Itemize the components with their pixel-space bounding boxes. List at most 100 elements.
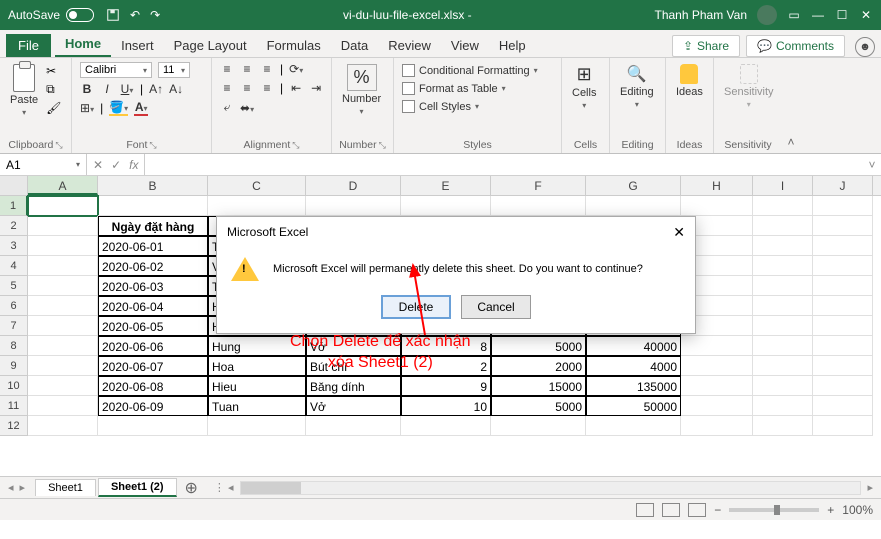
cell[interactable]: [306, 416, 401, 436]
normal-view-icon[interactable]: [636, 503, 654, 517]
cell[interactable]: 10: [401, 396, 491, 416]
zoom-level[interactable]: 100%: [842, 503, 873, 517]
row-header[interactable]: 1: [0, 196, 28, 216]
cell[interactable]: [28, 236, 98, 256]
cell[interactable]: 4000: [586, 356, 681, 376]
cancel-formula-icon[interactable]: ✕: [93, 158, 103, 172]
cell[interactable]: [813, 316, 873, 336]
cell[interactable]: [813, 396, 873, 416]
wrap-text-icon[interactable]: ⤶: [220, 100, 234, 115]
cell[interactable]: [401, 416, 491, 436]
cell[interactable]: [28, 256, 98, 276]
col-header-c[interactable]: C: [208, 176, 306, 195]
row-header[interactable]: 8: [0, 336, 28, 356]
cell[interactable]: Vở: [306, 396, 401, 416]
cell[interactable]: 2020-06-01: [98, 236, 208, 256]
cut-icon[interactable]: ✂: [46, 64, 61, 78]
font-color-button[interactable]: A▾: [134, 100, 148, 116]
orientation-icon[interactable]: ⟳▾: [289, 62, 303, 76]
cell[interactable]: [813, 336, 873, 356]
ideas-button[interactable]: Ideas: [674, 62, 705, 100]
cell[interactable]: [753, 416, 813, 436]
cell[interactable]: [586, 196, 681, 216]
row-header[interactable]: 5: [0, 276, 28, 296]
file-tab[interactable]: File: [6, 34, 51, 57]
cell[interactable]: [401, 196, 491, 216]
cell[interactable]: 5000: [491, 396, 586, 416]
decrease-indent-icon[interactable]: ⇤: [289, 81, 303, 95]
tab-review[interactable]: Review: [378, 34, 441, 57]
row-header[interactable]: 12: [0, 416, 28, 436]
cell[interactable]: [753, 356, 813, 376]
merge-center-icon[interactable]: ⬌▾: [240, 101, 254, 115]
increase-font-icon[interactable]: A↑: [149, 82, 163, 96]
cell[interactable]: 2020-06-03: [98, 276, 208, 296]
cell[interactable]: [753, 396, 813, 416]
format-as-table-button[interactable]: Format as Table▾: [402, 82, 506, 95]
cell[interactable]: [753, 296, 813, 316]
cell[interactable]: 8: [401, 336, 491, 356]
cell[interactable]: [28, 416, 98, 436]
tab-help[interactable]: Help: [489, 34, 536, 57]
cell[interactable]: 5000: [491, 336, 586, 356]
expand-formula-bar-icon[interactable]: ˅: [863, 154, 881, 175]
horizontal-scrollbar[interactable]: [240, 481, 862, 495]
bold-button[interactable]: B: [80, 82, 94, 96]
paste-button[interactable]: Paste▾: [8, 62, 40, 119]
cell[interactable]: 9: [401, 376, 491, 396]
cell[interactable]: [586, 416, 681, 436]
avatar[interactable]: [757, 5, 777, 25]
cell[interactable]: [681, 196, 753, 216]
clipboard-launcher[interactable]: ⤡: [55, 140, 62, 151]
comments-button[interactable]: 💬Comments: [746, 35, 845, 57]
cell[interactable]: [813, 256, 873, 276]
col-header-g[interactable]: G: [586, 176, 681, 195]
cell[interactable]: Băng dính: [306, 376, 401, 396]
cell[interactable]: [813, 376, 873, 396]
align-left-icon[interactable]: ≡: [220, 81, 234, 95]
redo-icon[interactable]: ↷: [150, 8, 160, 22]
col-header-h[interactable]: H: [681, 176, 753, 195]
number-format-button[interactable]: % Number▾: [340, 62, 383, 118]
sheet-next-icon[interactable]: ▸: [20, 481, 26, 494]
cell[interactable]: [813, 196, 873, 216]
select-all-corner[interactable]: [0, 176, 28, 195]
zoom-out-icon[interactable]: −: [714, 503, 721, 517]
align-right-icon[interactable]: ≡: [260, 81, 274, 95]
zoom-in-icon[interactable]: +: [827, 503, 834, 517]
cell[interactable]: 135000: [586, 376, 681, 396]
autosave-toggle[interactable]: [66, 8, 94, 22]
tab-data[interactable]: Data: [331, 34, 378, 57]
add-sheet-icon[interactable]: ⊕: [177, 478, 206, 498]
cell[interactable]: 2020-06-08: [98, 376, 208, 396]
tab-insert[interactable]: Insert: [111, 34, 164, 57]
cell[interactable]: [28, 316, 98, 336]
cell[interactable]: [753, 376, 813, 396]
cell[interactable]: [813, 236, 873, 256]
cell[interactable]: [753, 196, 813, 216]
align-top-icon[interactable]: ≡: [220, 62, 234, 76]
font-size-select[interactable]: 11▾: [158, 62, 190, 78]
cell[interactable]: 2: [401, 356, 491, 376]
cell[interactable]: Vở: [306, 336, 401, 356]
cell-a1[interactable]: [28, 196, 98, 216]
cell[interactable]: [491, 196, 586, 216]
row-header[interactable]: 6: [0, 296, 28, 316]
row-header[interactable]: 4: [0, 256, 28, 276]
cell[interactable]: [98, 416, 208, 436]
cell[interactable]: [753, 216, 813, 236]
col-header-b[interactable]: B: [98, 176, 208, 195]
col-header-e[interactable]: E: [401, 176, 491, 195]
cell[interactable]: [28, 356, 98, 376]
row-header[interactable]: 3: [0, 236, 28, 256]
cell[interactable]: [681, 356, 753, 376]
cell[interactable]: [681, 336, 753, 356]
cell[interactable]: [813, 296, 873, 316]
ribbon-options-icon[interactable]: ▭: [787, 8, 801, 22]
page-layout-view-icon[interactable]: [662, 503, 680, 517]
cell[interactable]: 50000: [586, 396, 681, 416]
decrease-font-icon[interactable]: A↓: [169, 82, 183, 96]
cell[interactable]: [753, 316, 813, 336]
copy-icon[interactable]: ⧉: [46, 82, 61, 97]
align-bottom-icon[interactable]: ≡: [260, 62, 274, 76]
